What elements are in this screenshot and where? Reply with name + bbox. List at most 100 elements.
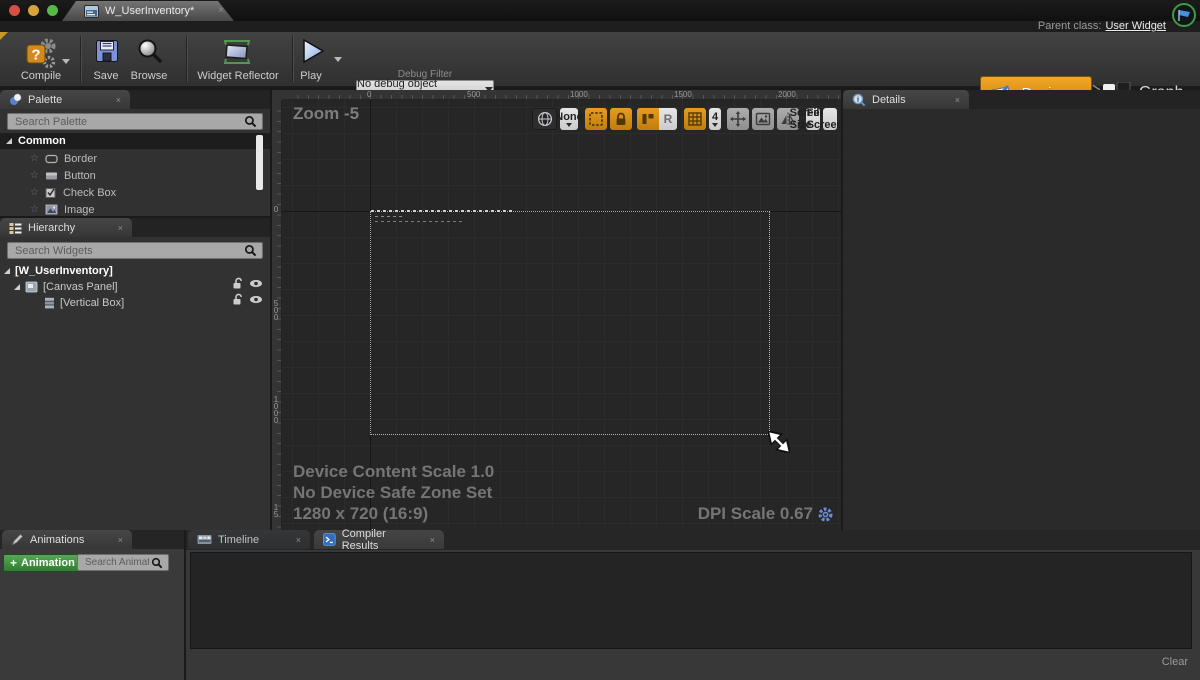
unlocked-icon[interactable]	[232, 293, 244, 306]
vertical-ruler: 0 500 1000 15	[272, 100, 282, 530]
asset-tab[interactable]: W_UserInventory* ×	[62, 1, 234, 21]
compiler-results-log[interactable]	[190, 552, 1192, 649]
widget-mark	[375, 216, 405, 217]
widget-blueprint-icon	[84, 5, 99, 18]
details-panel: i Details ×	[843, 90, 1200, 530]
palette-scrollbar[interactable]	[256, 135, 263, 190]
tab-close-icon[interactable]: ×	[296, 535, 301, 545]
play-icon[interactable]	[298, 37, 326, 65]
ruler-mark: 15	[272, 504, 280, 518]
hierarchy-root-row[interactable]: [W_UserInventory]	[4, 263, 113, 278]
hierarchy-icon	[9, 222, 22, 234]
grid-snap-size-dropdown[interactable]: 4	[709, 108, 721, 130]
hierarchy-search-input[interactable]	[13, 244, 244, 258]
timeline-icon	[197, 534, 212, 545]
widget-reflector-button[interactable]: Widget Reflector	[192, 70, 284, 82]
favorite-star-icon[interactable]: ☆	[30, 204, 39, 215]
tab-close-icon[interactable]: ×	[118, 535, 123, 545]
palette-item-button[interactable]: ☆ Button	[30, 168, 96, 183]
hierarchy-search[interactable]	[7, 242, 263, 259]
favorite-star-icon[interactable]: ☆	[30, 170, 39, 181]
main-toolbar: ? Compile Save Browse	[0, 32, 1200, 88]
designer-canvas[interactable]: Zoom -5 None	[282, 100, 841, 530]
visibility-eye-icon[interactable]	[249, 294, 263, 305]
expanded-triangle-icon[interactable]	[14, 284, 20, 290]
mac-minimize-button[interactable]	[28, 5, 39, 16]
title-bar: W_UserInventory* ×	[0, 0, 1200, 21]
transform-mode-button[interactable]	[727, 108, 749, 130]
palette-search-input[interactable]	[13, 115, 244, 129]
resize-cursor-icon	[768, 431, 790, 453]
tab-close-icon[interactable]: ×	[118, 223, 123, 233]
palette-search[interactable]	[7, 113, 263, 130]
mac-zoom-button[interactable]	[47, 5, 58, 16]
browse-button[interactable]: Browse	[124, 70, 174, 82]
palette-item-image[interactable]: ☆ Image	[30, 202, 95, 217]
palette-panel: Palette × Common ☆ Border ☆	[0, 90, 270, 216]
parent-class-link[interactable]: User Widget	[1105, 20, 1166, 32]
design-area-outline[interactable]	[370, 211, 770, 435]
dpi-settings-gear-icon[interactable]	[817, 506, 834, 523]
animations-panel: Animations × + Animation	[0, 530, 184, 680]
selected-widget-outline[interactable]	[371, 210, 513, 212]
vertical-box-row-icons	[232, 293, 263, 306]
unlocked-icon[interactable]	[232, 277, 244, 290]
tab-close-icon[interactable]: ×	[430, 535, 435, 545]
compile-options-caret-icon[interactable]	[62, 59, 70, 64]
fill-screen-dropdown[interactable]: Fill Screen	[823, 108, 837, 130]
respect-locks-toggle[interactable]: R	[659, 108, 677, 130]
ruler-mark: 1000	[570, 90, 588, 99]
search-icon	[244, 244, 257, 257]
palette-item-checkbox[interactable]: ☆ Check Box	[30, 185, 116, 200]
animation-search[interactable]	[77, 554, 169, 571]
lock-widgets-toggle[interactable]	[610, 108, 632, 130]
preview-background-button[interactable]	[752, 108, 774, 130]
image-widget-icon	[45, 204, 58, 215]
tab-close-icon[interactable]: ×	[218, 6, 224, 16]
tab-timeline[interactable]: Timeline ×	[188, 530, 310, 549]
hierarchy-row-vertical-box[interactable]: [Vertical Box]	[44, 295, 124, 310]
ruler-mark: 1000	[272, 396, 280, 424]
blueprint-class-badge-icon[interactable]	[1171, 2, 1197, 28]
respect-locks-split-button[interactable]: R	[637, 108, 677, 130]
ruler-mark: 500	[272, 300, 280, 321]
favorite-star-icon[interactable]: ☆	[30, 187, 39, 198]
ruler-mark: 2000	[778, 90, 796, 99]
show-outlines-toggle[interactable]	[585, 108, 607, 130]
animations-toolbar: + Animation	[0, 552, 184, 575]
tab-palette[interactable]: Palette ×	[0, 90, 130, 109]
dock-corner-marker	[0, 32, 8, 40]
tab-compiler-results[interactable]: Compiler Results ×	[314, 530, 444, 549]
add-animation-button[interactable]: + Animation	[3, 554, 82, 572]
clear-log-button[interactable]: Clear	[1162, 656, 1188, 668]
tab-close-icon[interactable]: ×	[955, 95, 960, 105]
widget-reflector-icon[interactable]	[221, 40, 253, 64]
globe-icon	[537, 111, 553, 127]
mac-close-button[interactable]	[9, 5, 20, 16]
ruler-mark: 0	[367, 90, 371, 99]
safe-zone-label: No Device Safe Zone Set	[293, 483, 492, 503]
horizontal-ruler: 0 500 1000 1500 2000	[282, 90, 841, 100]
favorite-star-icon[interactable]: ☆	[30, 153, 39, 164]
localization-preview-button[interactable]	[532, 108, 557, 130]
grid-snapping-toggle[interactable]	[684, 108, 706, 130]
play-options-caret-icon[interactable]	[334, 57, 342, 62]
compile-button[interactable]: Compile	[12, 70, 70, 82]
animation-search-input[interactable]	[83, 556, 151, 569]
flag-dropdown[interactable]: None	[560, 108, 578, 130]
browse-icon[interactable]	[136, 38, 162, 64]
tab-close-icon[interactable]: ×	[116, 95, 121, 105]
layout-mode-icon[interactable]	[637, 108, 659, 130]
save-icon[interactable]	[94, 38, 120, 64]
widget-blueprint-editor: W_UserInventory* × Parent class:User Wid…	[0, 0, 1200, 680]
tab-animations[interactable]: Animations ×	[2, 530, 132, 549]
visibility-eye-icon[interactable]	[249, 278, 263, 289]
palette-section-common[interactable]: Common	[0, 133, 270, 149]
play-button[interactable]: Play	[288, 70, 334, 82]
hierarchy-row-canvas-panel[interactable]: [Canvas Panel]	[14, 279, 118, 294]
expanded-triangle-icon[interactable]	[4, 268, 10, 274]
tab-details[interactable]: i Details ×	[843, 90, 969, 109]
tab-hierarchy[interactable]: Hierarchy ×	[0, 218, 132, 237]
compile-icon[interactable]: ?	[24, 37, 56, 69]
palette-item-border[interactable]: ☆ Border	[30, 151, 97, 166]
